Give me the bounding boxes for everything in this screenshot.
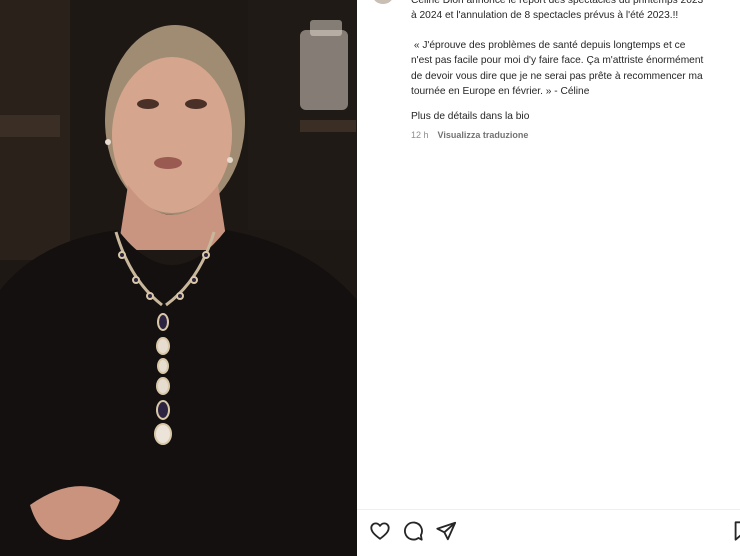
action-bar	[369, 520, 457, 542]
post-media-video[interactable]	[0, 0, 357, 556]
caption-meta: 12 h Visualizza traduzione	[411, 130, 528, 140]
video-frame-illustration	[0, 0, 357, 556]
see-translation-link[interactable]: Visualizza traduzione	[438, 130, 529, 140]
heart-icon[interactable]	[369, 520, 391, 542]
caption-more-details: Plus de détails dans la bio	[411, 111, 530, 122]
caption-headline: Céline Dion annonce le report des specta…	[411, 0, 704, 22]
post-side-panel: Céline Dion annonce le report des specta…	[357, 0, 740, 556]
paper-plane-icon[interactable]	[435, 520, 457, 542]
divider	[357, 509, 740, 510]
avatar[interactable]	[373, 0, 393, 4]
bookmark-icon[interactable]	[731, 520, 740, 542]
caption-quote: « J'éprouve des problèmes de santé depui…	[411, 40, 704, 98]
comment-icon[interactable]	[402, 520, 424, 542]
timestamp: 12 h	[411, 130, 429, 140]
